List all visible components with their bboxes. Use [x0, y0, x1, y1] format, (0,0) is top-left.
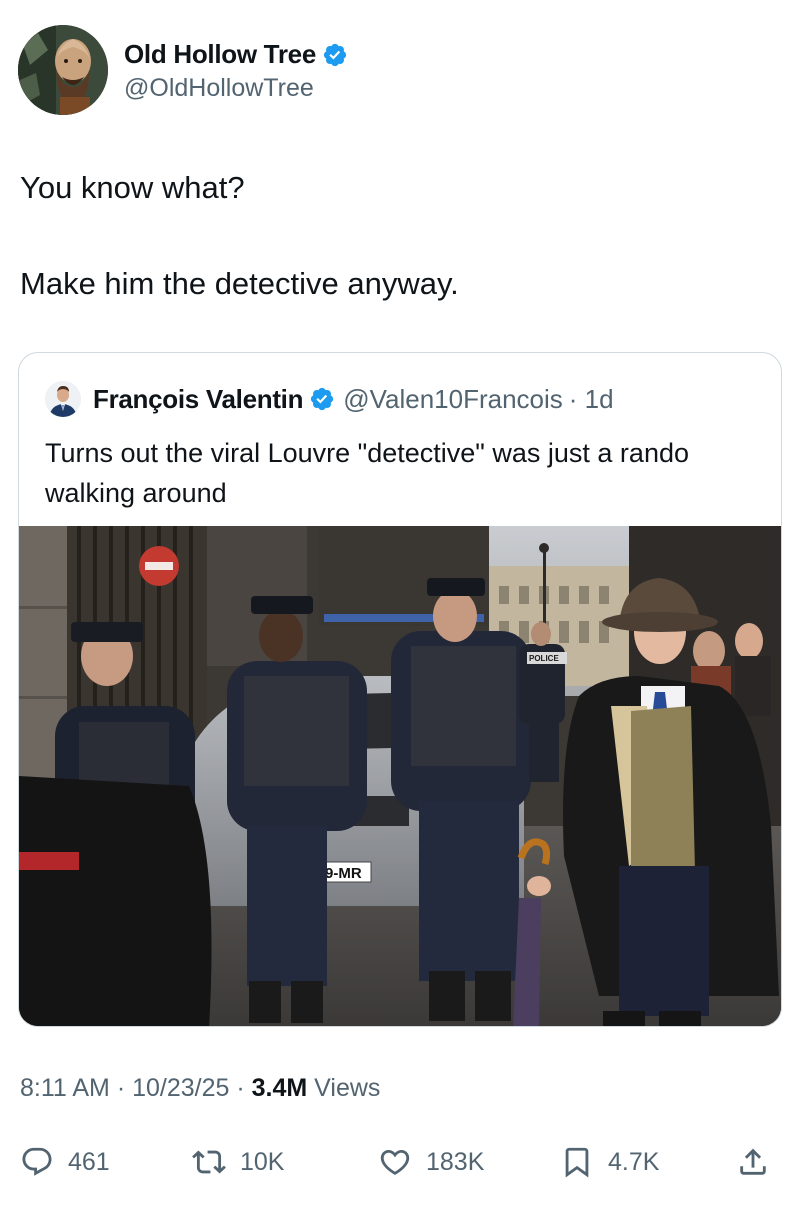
views-count: 3.4M [251, 1074, 308, 1102]
author-name-row: Old Hollow Tree [124, 38, 348, 72]
bookmark-count: 4.7K [608, 1147, 660, 1176]
verified-badge-icon [323, 43, 347, 66]
heart-icon [380, 1149, 410, 1175]
tweet-text-line-2: Make him the detective anyway. [20, 266, 459, 301]
author-display-name[interactable]: Old Hollow Tree [124, 39, 316, 70]
author-avatar[interactable] [18, 25, 108, 115]
retweet-button[interactable]: 10K [192, 1140, 284, 1184]
quoted-tweet-header: François Valentin @Valen10Francois · 1d [45, 379, 614, 419]
reply-icon [22, 1147, 52, 1176]
like-count: 183K [426, 1147, 485, 1176]
tweet-meta: 8:11 AM · 10/23/25 · 3.4M Views [20, 1074, 380, 1103]
license-plate-text: 9-MR [325, 865, 362, 882]
quoted-tweet-text: Turns out the viral Louvre "detective" w… [45, 438, 689, 508]
meta-separator: · [229, 1074, 252, 1102]
reply-count: 461 [68, 1147, 110, 1176]
quoted-tweet-photo[interactable]: 9-MR POLICE [19, 526, 781, 1026]
bearded-man-illustration-icon [18, 25, 108, 115]
tweet-actions-bar: 461 10K 183K 4.7K [20, 1140, 780, 1184]
tweet-text-line-1: You know what? [20, 170, 245, 205]
retweet-icon [192, 1150, 226, 1174]
man-in-suit-icon [45, 381, 81, 417]
tweet-time[interactable]: 8:11 AM [20, 1074, 110, 1102]
quoted-author-handle[interactable]: @Valen10Francois [343, 384, 563, 415]
share-icon [740, 1148, 766, 1175]
quoted-author-display-name[interactable]: François Valentin [93, 384, 303, 415]
retweet-count: 10K [240, 1147, 285, 1176]
tweet-header: Old Hollow Tree @OldHollowTree [18, 24, 348, 116]
views-label: Views [307, 1074, 381, 1102]
quoted-tweet[interactable]: François Valentin @Valen10Francois · 1d … [18, 352, 782, 1027]
police-officers-and-young-man-in-fedora-photo-icon: 9-MR POLICE [19, 526, 781, 1026]
share-button[interactable] [736, 1140, 770, 1184]
meta-separator: · [109, 1074, 133, 1102]
author-handle[interactable]: @OldHollowTree [124, 74, 348, 103]
tweet-date[interactable]: 10/23/25 [132, 1074, 229, 1102]
like-button[interactable]: 183K [378, 1140, 484, 1184]
quoted-tweet-time: · 1d [568, 383, 614, 414]
police-sign-text: POLICE [529, 654, 559, 663]
quoted-author-avatar[interactable] [45, 381, 81, 417]
bookmark-button[interactable]: 4.7K [560, 1140, 659, 1184]
quoted-verified-badge-icon [311, 387, 334, 411]
author-names: Old Hollow Tree @OldHollowTree [124, 38, 348, 103]
bookmark-icon [565, 1147, 589, 1178]
reply-button[interactable]: 461 [20, 1140, 110, 1184]
